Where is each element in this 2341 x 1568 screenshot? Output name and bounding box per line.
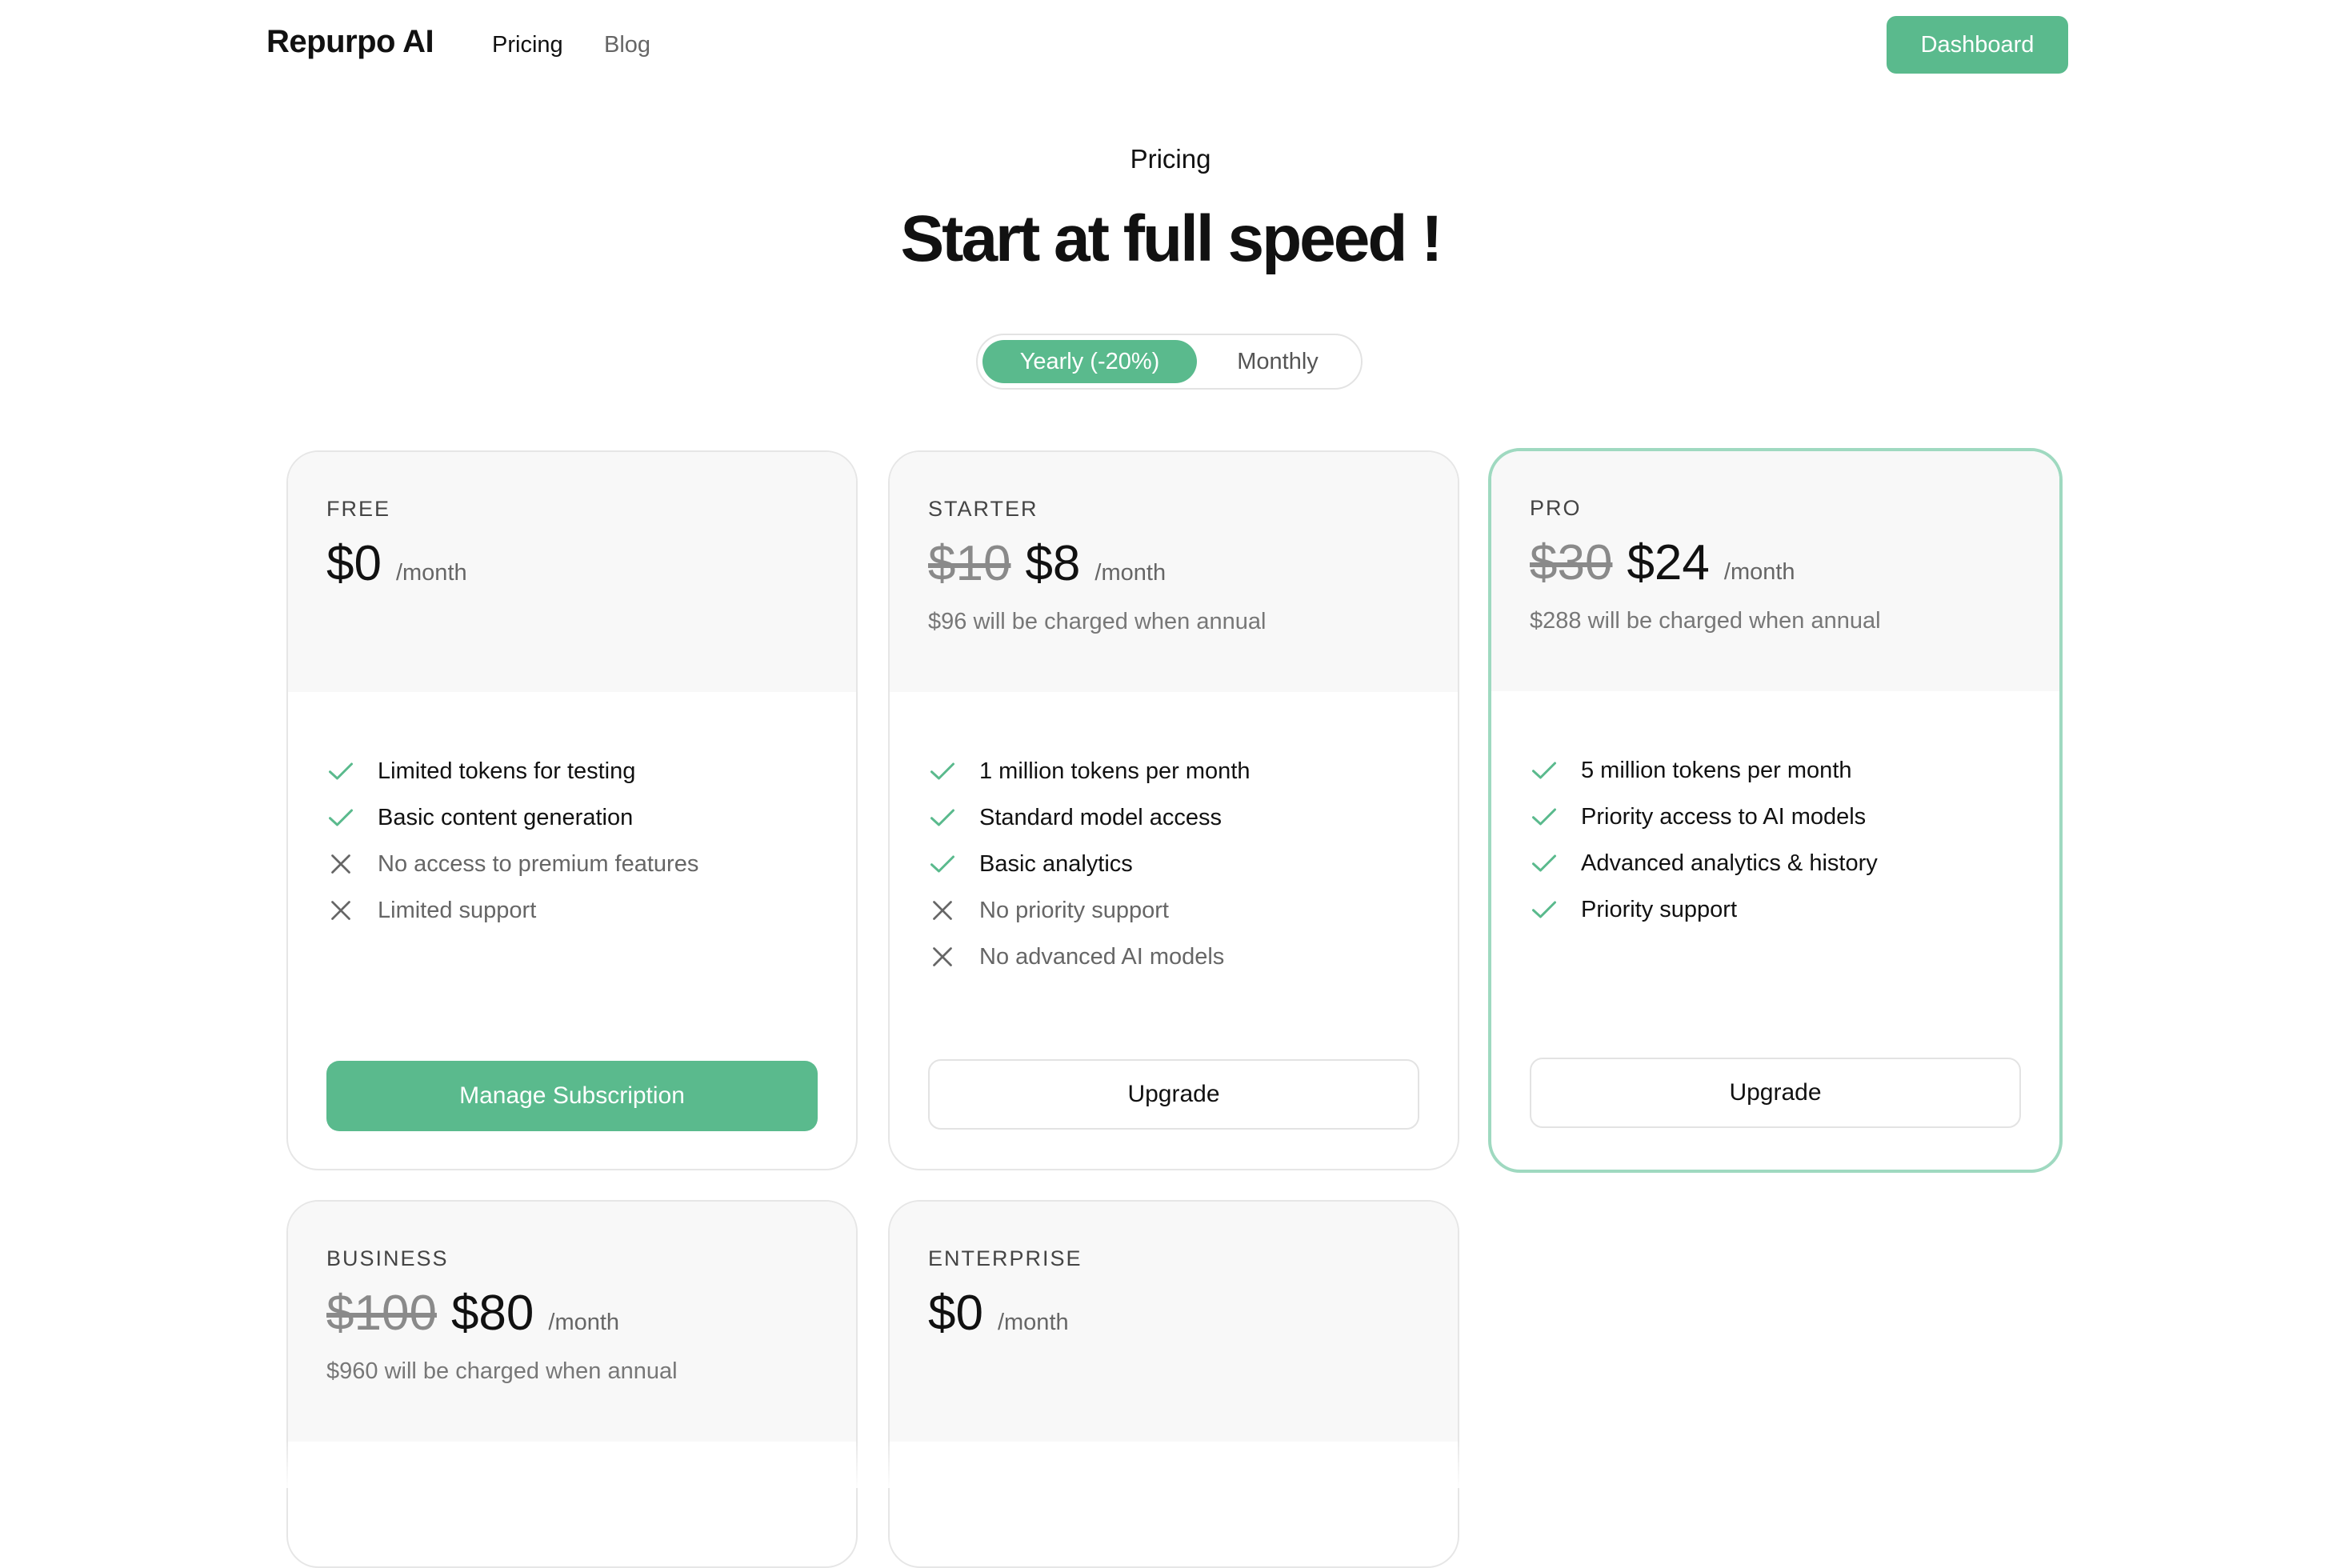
plan-price: $24 — [1627, 535, 1710, 590]
feature-label: Basic analytics — [979, 850, 1133, 877]
feature-item: Priority support — [1530, 886, 1878, 933]
plan-price: $80 — [450, 1286, 534, 1341]
nav-link-pricing[interactable]: Pricing — [492, 32, 563, 58]
x-icon — [331, 901, 350, 920]
feature-label: Standard model access — [979, 804, 1223, 830]
check-icon — [1532, 901, 1556, 918]
check-icon — [1532, 808, 1556, 826]
check-icon — [329, 809, 353, 826]
plan-tier: BUSINESS — [326, 1246, 449, 1270]
section-eyebrow: Pricing — [1130, 144, 1211, 174]
billing-toggle: Yearly (-20%) Monthly — [976, 334, 1363, 390]
feature-item: 5 million tokens per month — [1530, 747, 1878, 794]
plan-price: $8 — [1025, 536, 1081, 591]
feature-list: Limited tokens for testing Basic content… — [326, 748, 698, 934]
check-icon — [930, 855, 954, 873]
plan-tier: PRO — [1530, 496, 1582, 520]
original-price: $30 — [1530, 535, 1613, 590]
price-row: $100 $80 /month — [326, 1285, 619, 1342]
price-row: $30 $24 /month — [1530, 534, 1795, 591]
x-icon — [331, 854, 350, 874]
x-icon — [933, 947, 952, 966]
feature-item: Basic analytics — [928, 841, 1251, 887]
check-icon — [930, 809, 954, 826]
plan-card-business: BUSINESS $100 $80 /month $960 will be ch… — [286, 1200, 858, 1568]
feature-item: Standard model access — [928, 794, 1251, 841]
page-title: Start at full speed ! — [900, 202, 1443, 275]
feature-label: Priority access to AI models — [1581, 803, 1867, 830]
feature-label: No advanced AI models — [979, 943, 1225, 970]
price-row: $0 /month — [326, 535, 467, 592]
feature-item: Limited support — [326, 887, 698, 934]
top-nav: Repurpo AI Pricing Blog Dashboard — [0, 0, 2341, 90]
feature-item: No advanced AI models — [928, 934, 1251, 980]
plan-period: /month — [395, 560, 467, 586]
dashboard-button[interactable]: Dashboard — [1887, 16, 2068, 74]
upgrade-button[interactable]: Upgrade — [928, 1059, 1419, 1130]
feature-item: Advanced analytics & history — [1530, 840, 1878, 886]
feature-label: Basic content generation — [378, 804, 634, 830]
feature-item: Priority access to AI models — [1530, 794, 1878, 840]
feature-item: No priority support — [928, 887, 1251, 934]
original-price: $10 — [928, 536, 1011, 591]
feature-label: Priority support — [1581, 896, 1738, 922]
feature-label: No priority support — [979, 897, 1169, 923]
x-icon — [933, 901, 952, 920]
plan-card-pro: PRO $30 $24 /month $288 will be charged … — [1488, 448, 2063, 1173]
plan-period: /month — [1723, 559, 1795, 585]
feature-item: Basic content generation — [326, 794, 698, 841]
feature-label: Limited support — [378, 897, 537, 923]
plan-card-enterprise: ENTERPRISE $0 /month — [888, 1200, 1459, 1568]
check-icon — [1532, 854, 1556, 872]
plan-card-starter: STARTER $10 $8 /month $96 will be charge… — [888, 450, 1459, 1170]
scroll-fade — [0, 1440, 2341, 1488]
plan-period: /month — [548, 1310, 620, 1335]
check-icon — [1532, 762, 1556, 779]
feature-item: No access to premium features — [326, 841, 698, 887]
upgrade-button[interactable]: Upgrade — [1530, 1058, 2021, 1128]
plan-tier: ENTERPRISE — [928, 1246, 1082, 1270]
plan-period: /month — [1094, 560, 1166, 586]
feature-label: No access to premium features — [378, 850, 699, 877]
feature-label: 5 million tokens per month — [1581, 757, 1852, 783]
nav-link-blog[interactable]: Blog — [604, 32, 650, 58]
feature-item: 1 million tokens per month — [928, 748, 1251, 794]
feature-list: 5 million tokens per month Priority acce… — [1530, 747, 1878, 933]
brand-logo[interactable]: Repurpo AI — [266, 24, 434, 60]
feature-label: 1 million tokens per month — [979, 758, 1251, 784]
plan-tier: STARTER — [928, 497, 1038, 521]
check-icon — [930, 762, 954, 780]
feature-label: Advanced analytics & history — [1581, 850, 1878, 876]
plan-tier: FREE — [326, 497, 391, 521]
plan-period: /month — [997, 1310, 1069, 1335]
toggle-monthly[interactable]: Monthly — [1208, 340, 1347, 383]
check-icon — [329, 762, 353, 780]
plan-price: $0 — [928, 1286, 983, 1341]
feature-label: Limited tokens for testing — [378, 758, 636, 784]
plan-card-free: FREE $0 /month Limited tokens for testin… — [286, 450, 858, 1170]
plan-price: $0 — [326, 536, 382, 591]
original-price: $100 — [326, 1286, 437, 1341]
price-row: $0 /month — [928, 1285, 1069, 1342]
feature-item: Limited tokens for testing — [326, 748, 698, 794]
feature-list: 1 million tokens per month Standard mode… — [928, 748, 1251, 980]
annual-charge-note: $96 will be charged when annual — [928, 609, 1267, 634]
price-row: $10 $8 /month — [928, 535, 1166, 592]
annual-charge-note: $288 will be charged when annual — [1530, 608, 1881, 634]
annual-charge-note: $960 will be charged when annual — [326, 1358, 678, 1384]
toggle-yearly[interactable]: Yearly (-20%) — [982, 340, 1197, 383]
manage-subscription-button[interactable]: Manage Subscription — [326, 1061, 818, 1131]
